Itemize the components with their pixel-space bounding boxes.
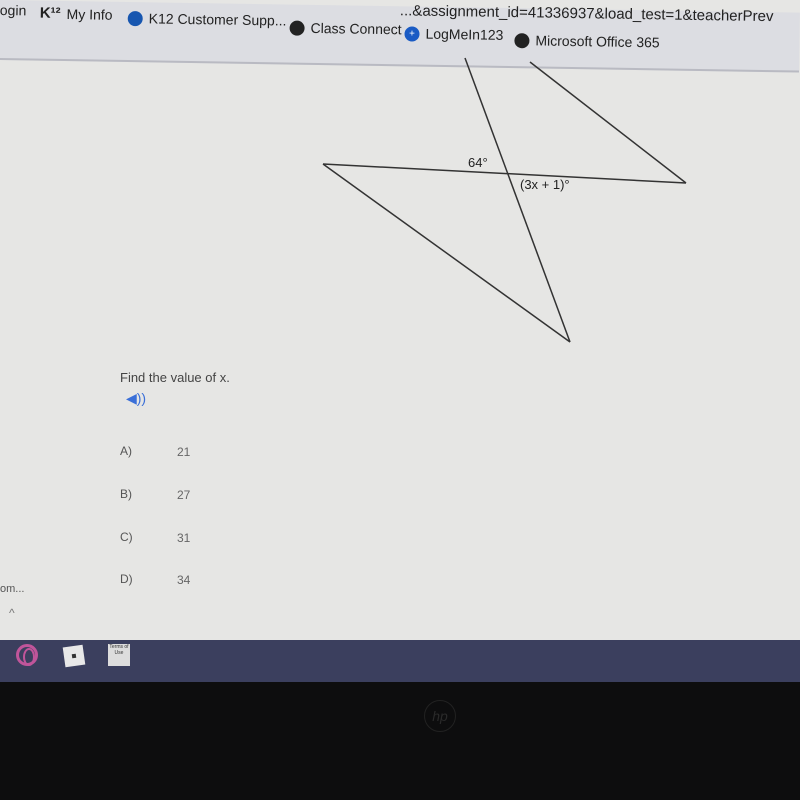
hp-logo-icon: hp xyxy=(424,700,456,732)
triangle-diagram xyxy=(322,57,687,343)
monitor-bezel xyxy=(0,682,800,800)
opera-browser-icon[interactable] xyxy=(16,644,38,666)
screen: ...&assignment_id=41336937&load_test=1&t… xyxy=(0,0,800,680)
upper-triangle-side xyxy=(529,61,687,184)
truncated-status-text: om... xyxy=(0,583,25,595)
transversal-line xyxy=(464,57,571,343)
app-window-icon[interactable] xyxy=(62,644,86,668)
terms-of-use-icon[interactable]: Terms of Use xyxy=(108,644,130,666)
angle-label-64: 64° xyxy=(468,155,488,170)
angle-label-3x-plus-1: (3x + 1)° xyxy=(520,177,570,192)
question-prompt: Find the value of x. xyxy=(120,370,230,385)
chevron-up-icon[interactable]: ^ xyxy=(9,606,15,620)
speaker-icon[interactable]: ◀)) xyxy=(126,390,146,407)
